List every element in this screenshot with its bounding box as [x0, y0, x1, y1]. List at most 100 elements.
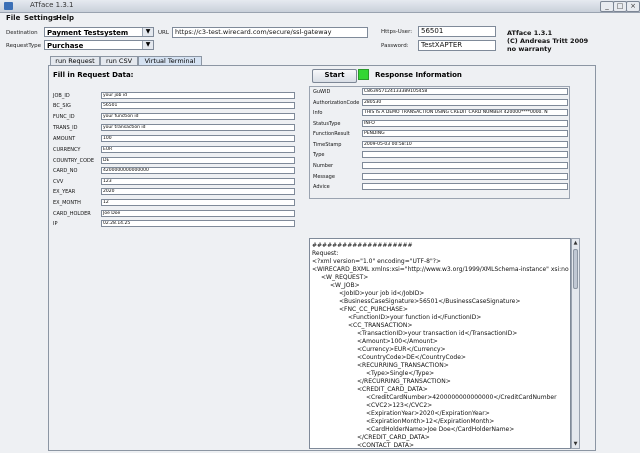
chevron-down-icon: ▼	[142, 28, 153, 36]
xml-line: <WIRECARD_BXML xmlns:xsi="http://www.w3.…	[312, 266, 569, 273]
field-label: IP	[53, 221, 58, 227]
card-holder-input[interactable]: Joe Doe	[101, 210, 295, 217]
func-id-input[interactable]: your function id	[101, 113, 295, 120]
field-label: StatusType	[313, 121, 341, 127]
xml-line: <JobID>your job id</JobID>	[339, 290, 425, 297]
xml-line: <TransactionID>your transaction id</Tran…	[357, 330, 518, 337]
cvv-input[interactable]: 123	[101, 178, 295, 185]
field-label: AMOUNT	[53, 136, 76, 142]
xml-line: <Currency>EUR</Currency>	[357, 346, 446, 353]
menu-help[interactable]: Help	[56, 14, 74, 22]
xml-line: <FNC_CC_PURCHASE>	[339, 306, 408, 313]
bc-sig-input[interactable]: 56501	[101, 102, 295, 109]
about-text: ATface 1.3.1 (C) Andreas Tritt 2009 no w…	[507, 29, 588, 53]
amount-input[interactable]: 100	[101, 135, 295, 142]
field-label: Number	[313, 163, 334, 169]
currency-input[interactable]: EUR	[101, 146, 295, 153]
xml-line: <CONTACT_DATA>	[357, 442, 414, 449]
request-type-label: RequestType	[6, 43, 41, 49]
xml-line: Request:	[312, 250, 339, 257]
scroll-up-icon[interactable]: ▲	[572, 239, 579, 247]
response-section-title: Response Information	[375, 71, 462, 79]
xml-line: <W_JOB>	[330, 282, 360, 289]
authorization-code-output[interactable]: 280530	[362, 99, 568, 106]
about-line-2: (C) Andreas Tritt 2009	[507, 37, 589, 45]
ip-input[interactable]: 02.28.14.25	[101, 220, 295, 227]
xml-line: <CREDIT_CARD_DATA>	[357, 386, 428, 393]
https-user-label: Https-User:	[381, 29, 413, 35]
xml-line: <CC_TRANSACTION>	[348, 322, 413, 329]
number-output[interactable]	[362, 162, 568, 169]
field-label: GuWID	[313, 89, 331, 95]
window-title: ATface 1.3.1	[30, 1, 74, 9]
xml-line: <ExpirationMonth>12</ExpirationMonth>	[366, 418, 495, 425]
url-label: URL	[158, 30, 169, 36]
xml-line: <?xml version="1.0" encoding="UTF-8"?>	[312, 258, 441, 265]
info-output[interactable]: THIS IS A DEMO TRANSACTION USING CREDIT …	[362, 109, 568, 116]
xml-line: <Amount>100</Amount>	[357, 338, 438, 345]
field-label: TRANS_ID	[53, 125, 78, 131]
status-type-output[interactable]: INFO	[362, 120, 568, 127]
field-label: FUNC_ID	[53, 114, 75, 120]
xml-line: <CardHolderName>Joe Doe</CardHolderName>	[366, 426, 515, 433]
window-titlebar: ATface 1.3.1 _ □ ×	[0, 0, 640, 13]
about-line-1: ATface 1.3.1	[507, 29, 553, 37]
xml-line: <W_REQUEST>	[321, 274, 369, 281]
field-label: Type	[313, 152, 325, 158]
message-output[interactable]	[362, 173, 568, 180]
xml-line: </RECURRING_TRANSACTION>	[357, 378, 451, 385]
field-label: Message	[313, 174, 335, 180]
advice-output[interactable]	[362, 183, 568, 190]
xml-line: <ExpirationYear>2020</ExpirationYear>	[366, 410, 490, 417]
xml-output-textarea[interactable]: #################### Request: <?xml versio…	[309, 238, 571, 449]
xml-line: <BusinessCaseSignature>56501</BusinessCa…	[339, 298, 521, 305]
about-line-3: no warranty	[507, 45, 552, 53]
function-result-output[interactable]: PENDING	[362, 130, 568, 137]
field-label: Info	[313, 110, 323, 116]
card-no-input[interactable]: 4200000000000000	[101, 167, 295, 174]
field-label: CARD_HOLDER	[53, 211, 91, 217]
status-indicator	[358, 69, 369, 80]
field-label: FunctionResult	[313, 131, 350, 137]
request-section-title: Fill in Request Data:	[53, 71, 134, 79]
ex-month-input[interactable]: 12	[101, 199, 295, 206]
guwid-output[interactable]: C863957124133389105458	[362, 88, 568, 95]
xml-line: ####################	[312, 242, 413, 249]
type-output[interactable]	[362, 151, 568, 158]
field-label: CURRENCY	[53, 147, 81, 153]
field-label: BC_SIG	[53, 103, 71, 109]
xml-line: <RECURRING_TRANSACTION>	[357, 362, 449, 369]
destination-value: Payment Testsystem	[47, 29, 129, 37]
xml-line: <CountryCode>DE</CountryCode>	[357, 354, 466, 361]
url-input[interactable]: https://c3-test.wirecard.com/secure/ssl-…	[172, 27, 368, 38]
menu-file[interactable]: File	[6, 14, 20, 22]
request-type-select[interactable]: Purchase ▼	[44, 40, 154, 50]
password-label: Password:	[381, 43, 409, 49]
trans-id-input[interactable]: your transaction id	[101, 124, 295, 131]
menu-settings[interactable]: Settings	[24, 14, 57, 22]
maximize-button[interactable]: □	[613, 1, 627, 12]
field-label: CARD_NO	[53, 168, 78, 174]
xml-vertical-scrollbar[interactable]: ▲ ▼	[571, 238, 580, 449]
close-button[interactable]: ×	[626, 1, 640, 12]
field-label: EX_YEAR	[53, 189, 76, 195]
xml-line: <FunctionID>your function id</FunctionID…	[348, 314, 482, 321]
scrollbar-thumb[interactable]	[573, 249, 578, 289]
timestamp-output[interactable]: 2009-05-03 00:58:10	[362, 141, 568, 148]
ex-year-input[interactable]: 2020	[101, 188, 295, 195]
job-id-input[interactable]: your job id	[101, 92, 295, 99]
scroll-down-icon[interactable]: ▼	[572, 440, 579, 448]
minimize-button[interactable]: _	[600, 1, 614, 12]
country-code-input[interactable]: DE	[101, 157, 295, 164]
destination-select[interactable]: Payment Testsystem ▼	[44, 27, 154, 37]
password-input[interactable]: TestXAPTER	[418, 40, 496, 51]
https-user-input[interactable]: 56501	[418, 26, 496, 37]
menu-bar: File Settings Help	[0, 13, 640, 24]
field-label: TimeStamp	[313, 142, 342, 148]
app-icon	[4, 2, 13, 10]
start-button[interactable]: Start	[312, 69, 357, 83]
xml-line: <CVC2>123</CVC2>	[366, 402, 433, 409]
field-label: Advice	[313, 184, 330, 190]
field-label: EX_MONTH	[53, 200, 81, 206]
xml-line: <Type>Single</Type>	[366, 370, 435, 377]
